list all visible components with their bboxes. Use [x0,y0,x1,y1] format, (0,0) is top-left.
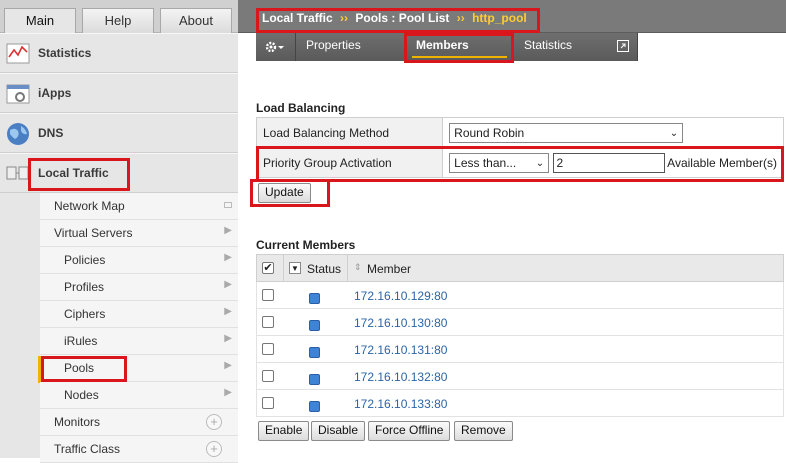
chevron-right-icon: ▶ [224,306,232,317]
table-row: 172.16.10.129:80 [256,282,784,309]
statistics-chart-icon [6,41,32,67]
status-available-icon [309,293,320,304]
chevron-right-icon: ▶ [224,387,232,398]
current-members-title: Current Members [256,238,356,252]
column-member[interactable]: Member [367,262,411,276]
gear-icon [265,41,284,53]
tab-about[interactable]: About [160,8,232,33]
members-table-header: ✔ ▼ Status ⇕ Member [256,254,784,282]
column-status[interactable]: Status [307,262,341,276]
row-checkbox[interactable] [262,289,274,301]
tab-main[interactable]: Main [4,8,76,34]
chevron-right-icon: ▶ [224,333,232,344]
sidebar-item-traffic-class[interactable]: Traffic Class + [40,436,238,463]
table-row: 172.16.10.133:80 [256,390,784,417]
member-link[interactable]: 172.16.10.129:80 [354,289,447,303]
annotation-highlight [41,356,127,382]
sidebar-item-label: Nodes [64,388,99,402]
sidebar-item-virtual-servers[interactable]: Virtual Servers ▶ [40,220,238,247]
annotation-highlight [256,146,784,182]
sidebar-item-profiles[interactable]: Profiles ▶ [40,274,238,301]
add-icon[interactable]: + [206,414,222,430]
chevron-right-icon: ▶ [224,252,232,263]
nav-section-statistics[interactable]: Statistics [0,33,238,73]
row-checkbox[interactable] [262,370,274,382]
sidebar-item-label: iRules [64,334,98,348]
annotation-highlight [404,33,514,63]
lb-method-label: Load Balancing Method [255,117,444,148]
status-available-icon [309,401,320,412]
sidebar-item-label: Ciphers [64,307,106,321]
chevron-down-icon: ⌄ [669,127,679,139]
chevron-right-icon: ▶ [224,225,232,236]
sort-icon[interactable]: ⇕ [354,262,362,273]
left-navigation: Main Help About Statistics iApps DNS Loc… [0,0,238,463]
tab-statistics[interactable]: Statistics [514,33,638,61]
nav-section-iapps[interactable]: iApps [0,73,238,113]
lb-method-cell: Round Robin ⌄ [442,117,784,148]
nav-section-dns[interactable]: DNS [0,113,238,153]
iapps-gear-icon [6,81,32,107]
nav-section-label: iApps [38,86,72,100]
status-available-icon [309,347,320,358]
annotation-highlight [28,158,130,191]
select-all-checkbox[interactable]: ✔ [262,262,274,274]
row-checkbox[interactable] [262,397,274,409]
member-link[interactable]: 172.16.10.130:80 [354,316,447,330]
sidebar-item-label: Network Map [54,199,125,213]
sidebar-item-label: Traffic Class [54,442,121,456]
tab-help[interactable]: Help [82,8,154,33]
sidebar-item-policies[interactable]: Policies ▶ [40,247,238,274]
nav-section-label: Statistics [38,46,92,60]
sidebar-item-label: Virtual Servers [54,226,133,240]
enable-button[interactable]: Enable [258,421,310,441]
annotation-highlight [250,179,330,207]
sidebar-item-label: Monitors [54,415,101,429]
sidebar-item-label: Profiles [64,280,105,294]
load-balancing-title: Load Balancing [256,101,346,115]
sidebar-item-ciphers[interactable]: Ciphers ▶ [40,301,238,328]
annotation-highlight [256,8,540,33]
table-row: 172.16.10.131:80 [256,336,784,363]
force-offline-button[interactable]: Force Offline [368,421,451,441]
row-checkbox[interactable] [262,343,274,355]
status-filter-dropdown[interactable]: ▼ [289,262,301,274]
lb-method-select[interactable]: Round Robin ⌄ [449,122,684,143]
gear-menu-button[interactable] [256,33,296,61]
sidebar-item-monitors[interactable]: Monitors + [40,409,238,436]
disable-button[interactable]: Disable [311,421,366,441]
lb-method-value: Round Robin [454,125,525,140]
sidebar-item-label: Policies [64,253,106,267]
members-table: ✔ ▼ Status ⇕ Member 172.16.10.129:80 172… [256,254,784,417]
column-divider [283,255,284,282]
tab-properties[interactable]: Properties [296,33,406,61]
column-divider [347,255,348,282]
sidebar-item-nodes[interactable]: Nodes ▶ [40,382,238,409]
nav-tab-strip: Main Help About [0,0,238,34]
status-available-icon [309,320,320,331]
tab-statistics-label: Statistics [524,38,573,52]
table-row: 172.16.10.130:80 [256,309,784,336]
nav-section-label: DNS [38,126,64,140]
chevron-right-icon: ▶ [224,360,232,371]
table-row: 172.16.10.132:80 [256,363,784,390]
sidebar-item-network-map[interactable]: Network Map [40,193,238,220]
member-link[interactable]: 172.16.10.132:80 [354,370,447,384]
popout-icon [617,40,629,52]
member-link[interactable]: 172.16.10.131:80 [354,343,447,357]
dns-globe-icon [6,121,32,147]
chevron-right-icon: ▶ [224,279,232,290]
remove-button[interactable]: Remove [454,421,513,441]
add-icon[interactable]: + [206,441,222,457]
member-link[interactable]: 172.16.10.133:80 [354,397,447,411]
sidebar-item-irules[interactable]: iRules ▶ [40,328,238,355]
row-checkbox[interactable] [262,316,274,328]
window-icon [224,202,232,208]
status-available-icon [309,374,320,385]
